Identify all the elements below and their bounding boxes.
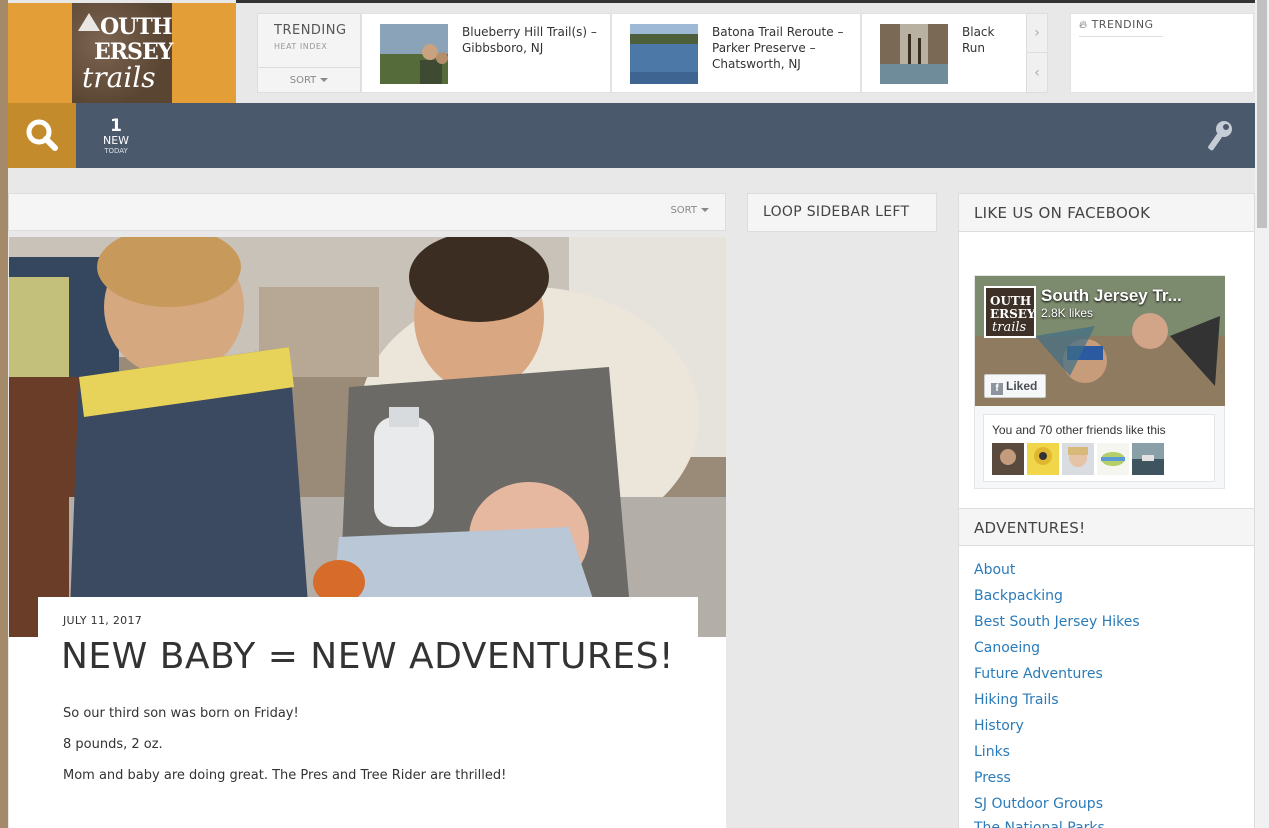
heat-index-label: HEAT INDEX — [274, 42, 328, 51]
adventures-widget-header: ADVENTURES! — [959, 508, 1254, 546]
search-button[interactable] — [8, 103, 76, 168]
category-link[interactable]: Hiking Trails — [974, 692, 1059, 708]
category-link[interactable]: Backpacking — [974, 588, 1063, 604]
facebook-icon: f — [991, 383, 1003, 395]
logo-area: OUTH ERSEY trails — [8, 3, 236, 103]
scrollbar-thumb[interactable] — [1257, 0, 1267, 228]
post-paragraph: So our third son was born on Friday! — [63, 706, 299, 721]
trending-card[interactable]: Batona Trail Reroute – Parker Preserve –… — [611, 13, 861, 93]
trending-title: Batona Trail Reroute – Parker Preserve –… — [712, 25, 844, 71]
trending-sort-button[interactable]: SORT — [258, 67, 360, 93]
chevron-right-icon[interactable]: › — [1027, 14, 1047, 53]
post-paragraph: 8 pounds, 2 oz. — [63, 737, 163, 752]
site-logo[interactable]: OUTH ERSEY trails — [72, 3, 173, 103]
facebook-friends-box: You and 70 other friends like this — [983, 414, 1215, 482]
new-label: NEW — [102, 134, 130, 147]
caret-down-icon — [701, 208, 709, 212]
adventures-widget-title: ADVENTURES! — [974, 519, 1086, 537]
facebook-page-plugin[interactable]: OUTH ERSEY trails South Jersey Tr... 2.8… — [974, 275, 1225, 489]
facebook-page-logo: OUTH ERSEY trails — [984, 286, 1036, 338]
top-strip — [236, 0, 1255, 3]
svg-text:ERSEY: ERSEY — [990, 307, 1034, 321]
facebook-like-count: 2.8K likes — [1041, 306, 1094, 320]
content-sort-bar: SORT — [8, 193, 726, 231]
new-today-counter[interactable]: 1 NEW TODAY — [96, 117, 136, 156]
trending-box: TRENDING HEAT INDEX SORT — [257, 13, 361, 93]
trending-widget-label: 🔥︎ TRENDING — [1079, 18, 1163, 37]
logo-mini-icon: OUTH ERSEY trails — [990, 294, 1036, 335]
friend-avatar[interactable] — [1062, 443, 1094, 475]
trending-widget: 🔥︎ TRENDING — [1070, 13, 1254, 93]
facebook-widget-header: LIKE US ON FACEBOOK — [959, 194, 1254, 232]
search-icon — [26, 119, 58, 151]
caret-down-icon — [320, 78, 329, 82]
trending-sort-label: SORT — [289, 75, 317, 86]
facebook-page-name[interactable]: South Jersey Tr... — [1041, 286, 1182, 306]
page: OUTH ERSEY trails TRENDING HEAT INDEX SO… — [8, 0, 1255, 828]
trending-label: TRENDING — [274, 23, 347, 38]
loop-sidebar-left: LOOP SIDEBAR LEFT — [747, 193, 937, 232]
right-sidebar: LIKE US ON FACEBOOK OUTH ERSEY trails So… — [958, 193, 1255, 828]
post-featured-image[interactable] — [9, 237, 726, 637]
photo-children-with-baby — [9, 237, 726, 637]
trending-arrows: › ‹ — [1026, 13, 1048, 93]
loop-sidebar-title: LOOP SIDEBAR LEFT — [763, 204, 910, 220]
post-title[interactable]: NEW BABY = NEW ADVENTURES! — [61, 636, 674, 677]
key-icon[interactable] — [1204, 119, 1236, 153]
category-link[interactable]: History — [974, 718, 1024, 734]
trending-card[interactable]: Blueberry Hill Trail(s) – Gibbsboro, NJ — [361, 13, 611, 93]
trending-thumbnail — [380, 24, 448, 84]
logo-line-3: trails — [82, 61, 156, 94]
friend-avatar[interactable] — [992, 443, 1024, 475]
friend-avatar[interactable] — [1027, 443, 1059, 475]
trending-thumbnail — [630, 24, 698, 84]
category-link[interactable]: Press — [974, 770, 1011, 786]
category-link[interactable]: The National Parks — [974, 820, 1105, 828]
page-scrollbar[interactable] — [1255, 0, 1269, 828]
svg-text:trails: trails — [992, 320, 1027, 335]
chevron-left-icon[interactable]: ‹ — [1027, 54, 1047, 93]
friend-avatar[interactable] — [1097, 443, 1129, 475]
category-link[interactable]: SJ Outdoor Groups — [974, 796, 1103, 812]
trending-thumbnail — [880, 24, 948, 84]
facebook-widget-title: LIKE US ON FACEBOOK — [974, 204, 1151, 222]
post-date: JULY 11, 2017 — [63, 614, 143, 627]
new-count: 1 — [110, 116, 122, 136]
category-link[interactable]: Links — [974, 744, 1010, 760]
main-navbar: 1 NEW TODAY — [8, 103, 1255, 168]
trending-title: Blueberry Hill Trail(s) – Gibbsboro, NJ — [462, 25, 597, 55]
content-sort-button[interactable]: SORT — [670, 205, 709, 216]
friend-avatar[interactable] — [1132, 443, 1164, 475]
post-paragraph: Mom and baby are doing great. The Pres a… — [63, 768, 507, 783]
category-link[interactable]: About — [974, 562, 1015, 578]
svg-text:OUTH: OUTH — [990, 294, 1031, 308]
trending-card[interactable]: Black Run Trails – Eve — [861, 13, 1027, 93]
today-label: TODAY — [104, 147, 128, 155]
facebook-cover-photo: OUTH ERSEY trails South Jersey Tr... 2.8… — [975, 276, 1225, 406]
category-link[interactable]: Best South Jersey Hikes — [974, 614, 1140, 630]
category-link[interactable]: Canoeing — [974, 640, 1040, 656]
facebook-liked-button[interactable]: f Liked — [984, 374, 1046, 398]
logo-line-1: OUTH — [80, 14, 173, 40]
trending-title: Black Run Trails – Eve — [962, 25, 995, 55]
fire-icon: 🔥︎ — [1079, 18, 1088, 31]
category-link[interactable]: Future Adventures — [974, 666, 1103, 682]
facebook-friends-text: You and 70 other friends like this — [992, 423, 1166, 437]
